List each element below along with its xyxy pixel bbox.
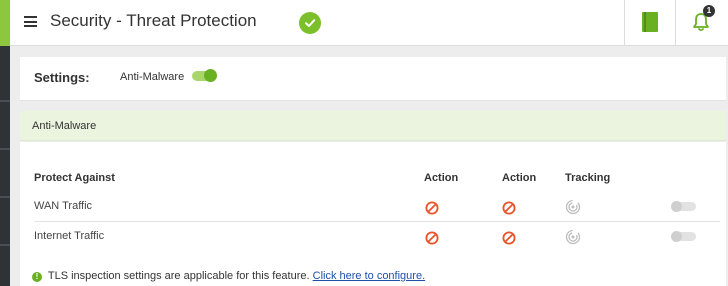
tls-info-note: ! TLS inspection settings are applicable… xyxy=(32,270,425,282)
anti-malware-toggle[interactable] xyxy=(192,69,217,82)
configure-link[interactable]: Click here to configure. xyxy=(313,270,426,282)
row-label: WAN Traffic xyxy=(34,200,93,212)
column-header-protect-against: Protect Against xyxy=(34,172,115,184)
block-icon[interactable] xyxy=(502,201,516,215)
info-icon: ! xyxy=(32,272,42,282)
left-nav xyxy=(0,0,10,286)
row-label: Internet Traffic xyxy=(34,230,105,242)
settings-bar: Settings: Anti-Malware xyxy=(20,57,726,101)
left-nav-divider xyxy=(0,244,10,246)
column-header-action: Action xyxy=(424,172,459,184)
column-header-tracking: Tracking xyxy=(565,172,611,184)
table-row: Internet Traffic xyxy=(34,222,720,252)
note-text: TLS inspection settings are applicable f… xyxy=(47,270,310,282)
top-header: Security - Threat Protection 1 xyxy=(10,0,728,46)
left-nav-divider xyxy=(0,196,10,198)
protection-table: Protect Against Action Action Tracking W… xyxy=(20,142,726,286)
fingerprint-icon[interactable] xyxy=(565,229,581,245)
left-nav-divider xyxy=(0,100,10,102)
settings-label: Settings: xyxy=(34,70,90,85)
table-row: WAN Traffic xyxy=(34,192,720,222)
left-nav-accent xyxy=(0,0,10,46)
book-icon xyxy=(642,12,658,32)
column-header-action: Action xyxy=(502,172,537,184)
section-title: Anti-Malware xyxy=(32,120,97,132)
left-nav-divider xyxy=(0,148,10,150)
help-book-button[interactable] xyxy=(624,0,674,46)
block-icon[interactable] xyxy=(425,231,439,245)
row-enable-toggle[interactable] xyxy=(671,231,696,242)
page-title: Security - Threat Protection xyxy=(50,11,257,30)
check-circle-icon xyxy=(299,12,321,34)
menu-icon[interactable] xyxy=(24,16,37,27)
row-enable-toggle[interactable] xyxy=(671,201,696,212)
fingerprint-icon[interactable] xyxy=(565,199,581,215)
notifications-button[interactable]: 1 xyxy=(675,0,725,46)
section-header: Anti-Malware xyxy=(20,111,726,141)
notification-count-badge: 1 xyxy=(703,5,715,17)
anti-malware-toggle-label: Anti-Malware xyxy=(120,71,185,83)
block-icon[interactable] xyxy=(425,201,439,215)
block-icon[interactable] xyxy=(502,231,516,245)
